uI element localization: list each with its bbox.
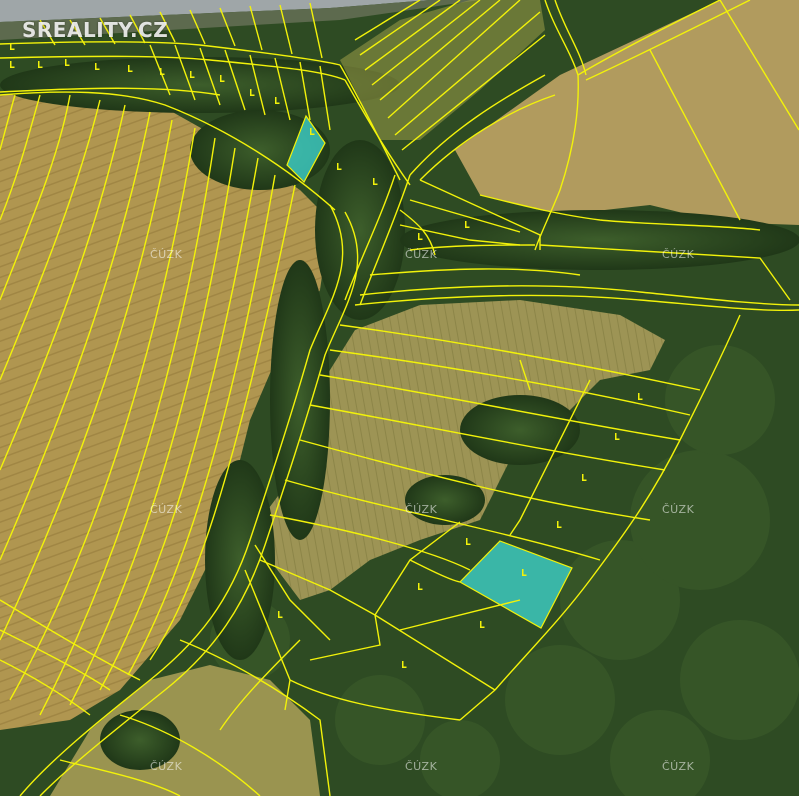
cuzk-watermark: ČÚZK bbox=[662, 760, 695, 773]
cadastral-map[interactable]: SREALITY.CZ ČÚZK ČÚZK ČÚZK ČÚZK ČÚZK ČÚZ… bbox=[0, 0, 799, 796]
cuzk-watermark: ČÚZK bbox=[150, 503, 183, 516]
cuzk-watermark: ČÚZK bbox=[150, 760, 183, 773]
cuzk-watermark: ČÚZK bbox=[662, 503, 695, 516]
cuzk-watermark: ČÚZK bbox=[662, 248, 695, 261]
sreality-logo: SREALITY.CZ bbox=[22, 18, 169, 42]
cuzk-watermark: ČÚZK bbox=[150, 248, 183, 261]
map-canvas[interactable] bbox=[0, 0, 799, 796]
cuzk-watermark: ČÚZK bbox=[405, 503, 438, 516]
cuzk-watermark: ČÚZK bbox=[405, 248, 438, 261]
cuzk-watermark: ČÚZK bbox=[405, 760, 438, 773]
